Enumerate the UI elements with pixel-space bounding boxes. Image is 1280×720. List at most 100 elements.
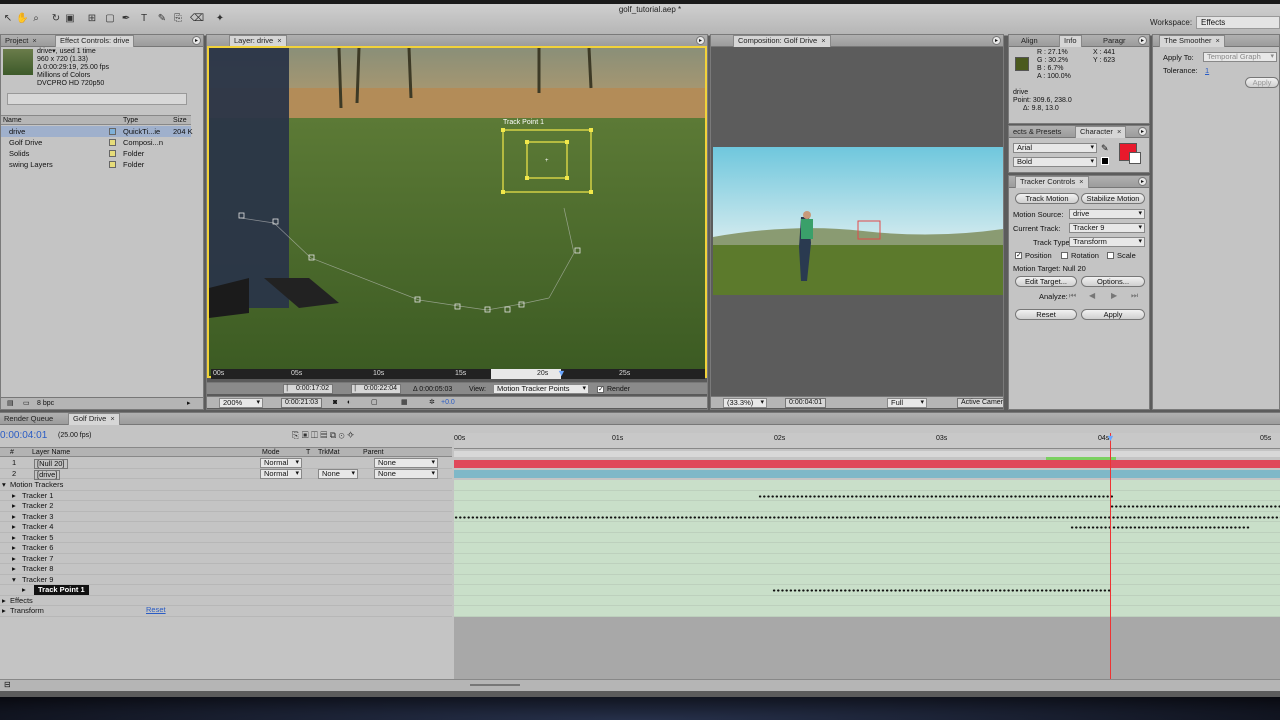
comp-magnification-select[interactable]: (33.3%) [723, 398, 767, 408]
brush-tool-icon[interactable]: ✎ [156, 13, 168, 25]
zoom-slider[interactable] [470, 684, 520, 686]
rotation-checkbox[interactable] [1061, 252, 1068, 259]
composition-frame[interactable] [713, 147, 1003, 295]
bpc-label[interactable]: 8 bpc [37, 398, 54, 409]
timeline-current-time[interactable]: 0:00:04:01 [0, 430, 47, 441]
project-item-swing-layers[interactable]: swing Layers Folder [1, 159, 191, 170]
apply-to-select[interactable]: Temporal Graph [1203, 52, 1277, 62]
workspace-select[interactable]: Effects [1196, 16, 1280, 29]
project-item-solids[interactable]: Solids Folder [1, 148, 191, 159]
twirl-icon[interactable]: ▸ [12, 533, 16, 543]
track-lane[interactable] [454, 606, 1280, 617]
camera-tool-icon[interactable]: ▣ [64, 13, 76, 25]
track-lane[interactable] [454, 543, 1280, 554]
snapshot-icon[interactable]: ◙ [333, 397, 337, 409]
tab-info[interactable]: Info [1059, 35, 1082, 47]
smoother-apply-button[interactable]: Apply [1245, 77, 1279, 88]
tab-project[interactable]: Project × [1, 36, 41, 46]
keyframe-dots[interactable] [1110, 505, 1280, 508]
panel-menu-icon[interactable]: ▸ [992, 36, 1001, 45]
selection-tool-icon[interactable]: ↖ [2, 13, 14, 25]
tab-character[interactable]: Character × [1075, 126, 1127, 138]
tab-golf-drive-timeline[interactable]: Golf Drive × [68, 413, 120, 425]
exposure-value[interactable]: +0.0 [441, 397, 455, 409]
interpret-footage-icon[interactable]: ▤ [7, 398, 14, 409]
layer-row-drive[interactable]: 2 [drive] Normal None None [0, 468, 452, 480]
layer-time-ruler[interactable]: 00s 05s 10s 15s 20s 25s ▼ [211, 369, 705, 379]
tree-row-tracker-1[interactable]: ▸ Tracker 1 [0, 491, 452, 501]
tolerance-value[interactable]: 1 [1205, 66, 1209, 75]
pen-tool-icon[interactable]: ✒ [120, 13, 132, 25]
blend-mode-select[interactable]: Normal [260, 468, 302, 479]
stabilize-motion-button[interactable]: Stabilize Motion [1081, 193, 1145, 204]
twirl-icon[interactable]: ▸ [12, 543, 16, 553]
twirl-icon[interactable]: ▸ [12, 564, 16, 574]
layer-bar-null-20[interactable] [454, 460, 1280, 468]
twirl-icon[interactable]: ▸ [22, 585, 26, 595]
keyframe-dots[interactable] [454, 515, 1280, 519]
analyze-forward-icon[interactable]: ⏭ [1131, 291, 1138, 301]
tab-effects-presets[interactable]: ects & Presets [1009, 127, 1065, 137]
puppet-tool-icon[interactable]: ✦ [214, 13, 226, 25]
analyze-1-frame-back-icon[interactable]: ◀ [1089, 291, 1095, 300]
tree-row-transform[interactable]: ▸ Transform [0, 606, 452, 617]
clone-tool-icon[interactable]: ⎘ [172, 13, 184, 25]
tree-row-tracker-2[interactable]: ▸ Tracker 2 [0, 501, 452, 512]
tracker-reset-button[interactable]: Reset [1015, 309, 1077, 320]
transparency-grid-icon[interactable]: ▦ [401, 397, 408, 409]
transform-reset-link[interactable]: Reset [146, 605, 166, 614]
comp-current-time-field[interactable]: 0:00:04:01 [785, 398, 827, 408]
column-type[interactable]: Type [123, 116, 138, 125]
exposure-icon[interactable]: ✲ [429, 397, 435, 409]
current-track-select[interactable]: Tracker 9 [1069, 223, 1145, 233]
keyframe-dots[interactable] [758, 494, 1114, 498]
tab-align[interactable]: Align [1017, 36, 1042, 46]
layer-viewer-frame[interactable]: + Track Point 1 [207, 46, 707, 378]
current-time-indicator-icon[interactable]: ▼ [1106, 434, 1115, 443]
layer-row-null-20[interactable]: 1 [Null 20] Normal None [0, 458, 452, 469]
tab-composition-golf-drive[interactable]: Composition: Golf Drive × [733, 35, 831, 47]
edit-target-button[interactable]: Edit Target... [1015, 276, 1077, 287]
options-button[interactable]: Options... [1081, 276, 1145, 287]
twirl-icon[interactable]: ▸ [2, 606, 6, 616]
tree-row-tracker-7[interactable]: ▸ Tracker 7 [0, 554, 452, 564]
twirl-icon[interactable]: ▸ [12, 522, 16, 532]
analyze-1-frame-forward-icon[interactable]: ▶ [1111, 291, 1117, 300]
panel-menu-icon[interactable]: ▸ [1138, 36, 1147, 45]
blend-mode-select[interactable]: Normal [260, 458, 302, 468]
panel-menu-icon[interactable]: ▸ [1138, 177, 1147, 186]
zoom-tool-icon[interactable]: ⌕ [30, 13, 42, 25]
column-name[interactable]: Name [3, 116, 22, 125]
timeline-ruler[interactable]: 00s 01s 02s 03s 04s 05s [454, 433, 1280, 449]
shape-tool-icon[interactable]: ▢ [104, 13, 116, 25]
project-item-drive[interactable]: drive QuickTi...ie 204 K [1, 126, 193, 137]
tree-row-tracker-4[interactable]: ▸ Tracker 4 [0, 522, 452, 533]
in-point-field[interactable]: ⎸ 0:00:17:02 [283, 384, 334, 394]
panel-menu-icon[interactable]: ▸ [192, 36, 201, 45]
tree-row-effects[interactable]: ▸ Effects [0, 596, 452, 606]
track-lane[interactable] [454, 480, 1280, 491]
timeline-switch-icons[interactable]: ⎘ ▣ ◫ ▤ ⧉ ⊙ ✧ [292, 430, 354, 441]
twirl-icon[interactable]: ▾ [2, 480, 6, 490]
tree-row-tracker-3[interactable]: ▸ Tracker 3 [0, 512, 452, 522]
magnification-select[interactable]: 200% [219, 398, 263, 408]
hand-tool-icon[interactable]: ✋ [16, 13, 28, 25]
keyframe-dots[interactable] [772, 589, 1110, 592]
tab-effect-controls[interactable]: Effect Controls: drive [55, 35, 135, 47]
font-style-select[interactable]: Bold [1013, 157, 1097, 167]
out-point-field[interactable]: ⎸ 0:00:22:04 [351, 384, 402, 394]
project-search-input[interactable] [7, 93, 187, 105]
tab-paragraph[interactable]: Paragr [1099, 36, 1130, 46]
stroke-color-swatch[interactable] [1129, 152, 1141, 164]
project-item-golf-drive[interactable]: Golf Drive Composi...n [1, 137, 191, 148]
active-camera-select[interactable]: Active Camera [957, 398, 1003, 408]
tree-row-tracker-6[interactable]: ▸ Tracker 6 [0, 543, 452, 554]
analyze-backward-icon[interactable]: ⏮ [1069, 291, 1076, 301]
work-area-bar[interactable] [454, 451, 1280, 457]
track-motion-button[interactable]: Track Motion [1015, 193, 1079, 204]
view-select[interactable]: Motion Tracker Points [493, 384, 589, 394]
eyedropper-icon[interactable]: ✎ [1101, 143, 1109, 154]
track-lane[interactable] [454, 532, 1280, 543]
tree-row-tracker-5[interactable]: ▸ Tracker 5 [0, 533, 452, 543]
track-matte-select[interactable]: None [318, 468, 358, 479]
